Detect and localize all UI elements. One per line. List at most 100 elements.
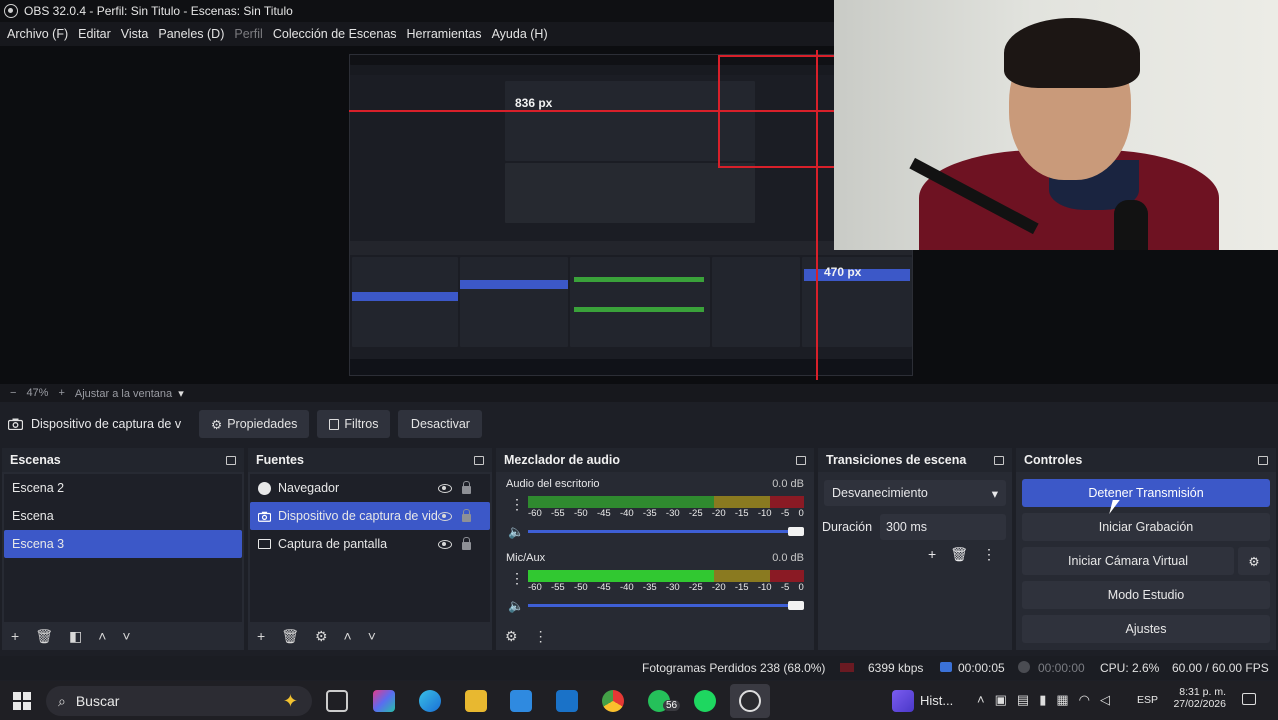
source-item[interactable]: Captura de pantalla <box>250 530 490 558</box>
zoom-out-button[interactable]: − <box>10 387 16 399</box>
volume-slider[interactable] <box>528 604 800 607</box>
transition-select[interactable]: Desvanecimiento ▾ <box>824 480 1006 506</box>
volume-meter <box>528 570 804 582</box>
audio-mixer-dock: Mezclador de audio Audio del escritorio … <box>496 448 814 650</box>
scene-item-selected[interactable]: Escena 3 <box>4 530 242 558</box>
undock-icon[interactable] <box>226 455 236 465</box>
volume-slider-knob[interactable] <box>788 601 804 610</box>
chevron-down-icon[interactable]: ˅ <box>122 628 130 644</box>
teams-label: Hist... <box>920 693 954 708</box>
stop-stream-button[interactable]: Detener Transmisión <box>1022 479 1270 507</box>
undock-icon[interactable] <box>1258 455 1268 465</box>
source-item-selected[interactable]: Dispositivo de captura de vid <box>250 502 490 530</box>
trash-icon[interactable]: 🗑 <box>950 546 968 563</box>
volume-slider-knob[interactable] <box>788 527 804 536</box>
more-options-icon[interactable]: ⋮ <box>510 570 524 587</box>
menu-coleccion-escenas[interactable]: Colección de Escenas <box>268 27 402 41</box>
add-icon[interactable]: + <box>11 628 19 644</box>
visibility-eye-icon[interactable] <box>438 483 452 493</box>
chrome-icon[interactable] <box>602 690 624 712</box>
virtual-camera-gear-icon[interactable]: ⚙ <box>1238 547 1270 575</box>
scenes-list: Escena 2 Escena Escena 3 <box>4 474 242 622</box>
meter-ticks: -60 -55 -50 -45 -40 -35 -30 -25 -20 -15 -10 -5 0 <box>528 508 804 519</box>
microsoft-store-icon[interactable] <box>510 690 532 712</box>
edge-icon[interactable] <box>419 690 441 712</box>
menu-herramientas[interactable]: Herramientas <box>402 27 487 41</box>
spotify-icon[interactable] <box>694 690 716 712</box>
filters-button[interactable]: Filtros <box>317 410 391 438</box>
sources-list: Navegador Dispositivo de captura de vid … <box>250 474 490 622</box>
start-virtual-camera-button[interactable]: Iniciar Cámara Virtual <box>1022 547 1234 575</box>
zoom-in-button[interactable]: + <box>58 387 64 399</box>
speaker-icon[interactable]: 🔈 <box>508 524 524 540</box>
add-icon[interactable]: + <box>928 546 936 563</box>
trash-icon[interactable]: 🗑 <box>281 628 299 645</box>
copilot-icon[interactable] <box>373 690 395 712</box>
properties-button[interactable]: ⚙ Propiedades <box>199 410 310 438</box>
chevron-up-icon[interactable]: ˄ <box>344 628 352 644</box>
teams-icon[interactable] <box>892 690 914 712</box>
undock-icon[interactable] <box>796 455 806 465</box>
settings-button[interactable]: Ajustes <box>1022 615 1270 643</box>
visibility-eye-icon[interactable] <box>438 511 452 521</box>
deactivate-button[interactable]: Desactivar <box>398 410 483 438</box>
undock-icon[interactable] <box>994 455 1004 465</box>
preview-width-guide <box>349 110 834 112</box>
speaker-icon[interactable]: 🔈 <box>508 598 524 614</box>
tray-app-icon[interactable]: ▣ <box>995 692 1007 708</box>
gear-icon[interactable]: ⚙ <box>315 628 328 645</box>
zoom-bar: − 47% + Ajustar a la ventana ▾ <box>0 384 1278 402</box>
add-icon[interactable]: + <box>257 628 265 644</box>
file-explorer-icon[interactable] <box>465 690 487 712</box>
menu-archivo[interactable]: Archivo (F) <box>2 27 73 41</box>
monitor-icon <box>258 539 271 549</box>
menu-ayuda[interactable]: Ayuda (H) <box>487 27 553 41</box>
undock-icon[interactable] <box>474 455 484 465</box>
volume-icon[interactable]: ◁ <box>1100 692 1110 708</box>
filter-icon[interactable]: ◧ <box>69 628 82 645</box>
microphone-icon[interactable]: ▮ <box>1039 692 1046 708</box>
more-options-icon[interactable]: ⋮ <box>510 496 524 513</box>
camera-icon <box>8 418 23 430</box>
more-options-icon[interactable]: ⋮ <box>534 628 548 645</box>
tray-app-icon[interactable]: ▦ <box>1056 692 1068 708</box>
task-view-icon[interactable] <box>326 690 348 712</box>
chevron-up-icon[interactable]: ˄ <box>98 628 106 644</box>
taskbar-search[interactable]: ⌕ Buscar ✦ <box>46 686 312 716</box>
advanced-audio-gear-icon[interactable]: ⚙ <box>505 628 518 645</box>
fit-window-dropdown[interactable]: Ajustar a la ventana ▾ <box>75 387 184 400</box>
scene-item[interactable]: Escena <box>4 502 242 530</box>
tray-app-icon[interactable]: ▤ <box>1017 692 1029 708</box>
menu-paneles[interactable]: Paneles (D) <box>153 27 229 41</box>
studio-mode-button[interactable]: Modo Estudio <box>1022 581 1270 609</box>
scene-item[interactable]: Escena 2 <box>4 474 242 502</box>
outlook-icon[interactable] <box>556 690 578 712</box>
microphone <box>1114 200 1148 250</box>
wifi-icon[interactable]: ◠ <box>1079 692 1090 708</box>
visibility-eye-icon[interactable] <box>438 539 452 549</box>
source-item[interactable]: Navegador <box>250 474 490 502</box>
stream-status-icon <box>940 662 952 672</box>
more-options-icon[interactable]: ⋮ <box>982 546 996 563</box>
lock-icon[interactable] <box>462 536 471 550</box>
chevron-down-icon: ▾ <box>178 387 184 400</box>
menu-vista[interactable]: Vista <box>116 27 154 41</box>
clock[interactable]: 8:31 p. m. 27/02/2026 <box>1168 686 1226 710</box>
start-recording-button[interactable]: Iniciar Grabación <box>1022 513 1270 541</box>
chevron-down-icon[interactable]: ˅ <box>368 628 376 644</box>
trash-icon[interactable]: 🗑 <box>35 628 53 645</box>
chevron-up-icon[interactable]: ˄ <box>977 692 985 708</box>
volume-slider[interactable] <box>528 530 800 533</box>
lock-icon[interactable] <box>462 480 471 494</box>
menu-editar[interactable]: Editar <box>73 27 116 41</box>
keyboard-language[interactable]: ESP <box>1137 694 1158 706</box>
lock-icon[interactable] <box>462 508 471 522</box>
notifications-icon[interactable] <box>1242 693 1256 705</box>
windows-start-icon[interactable] <box>13 692 31 710</box>
whatsapp-badge: 56 <box>663 700 681 711</box>
menu-perfil[interactable]: Perfil <box>229 27 267 41</box>
clock-time: 8:31 p. m. <box>1179 686 1226 698</box>
channel-db: 0.0 dB <box>772 552 804 564</box>
dropped-frames: Fotogramas Perdidos 238 (68.0%) <box>642 661 826 675</box>
duration-input[interactable]: 300 ms <box>880 514 1006 540</box>
